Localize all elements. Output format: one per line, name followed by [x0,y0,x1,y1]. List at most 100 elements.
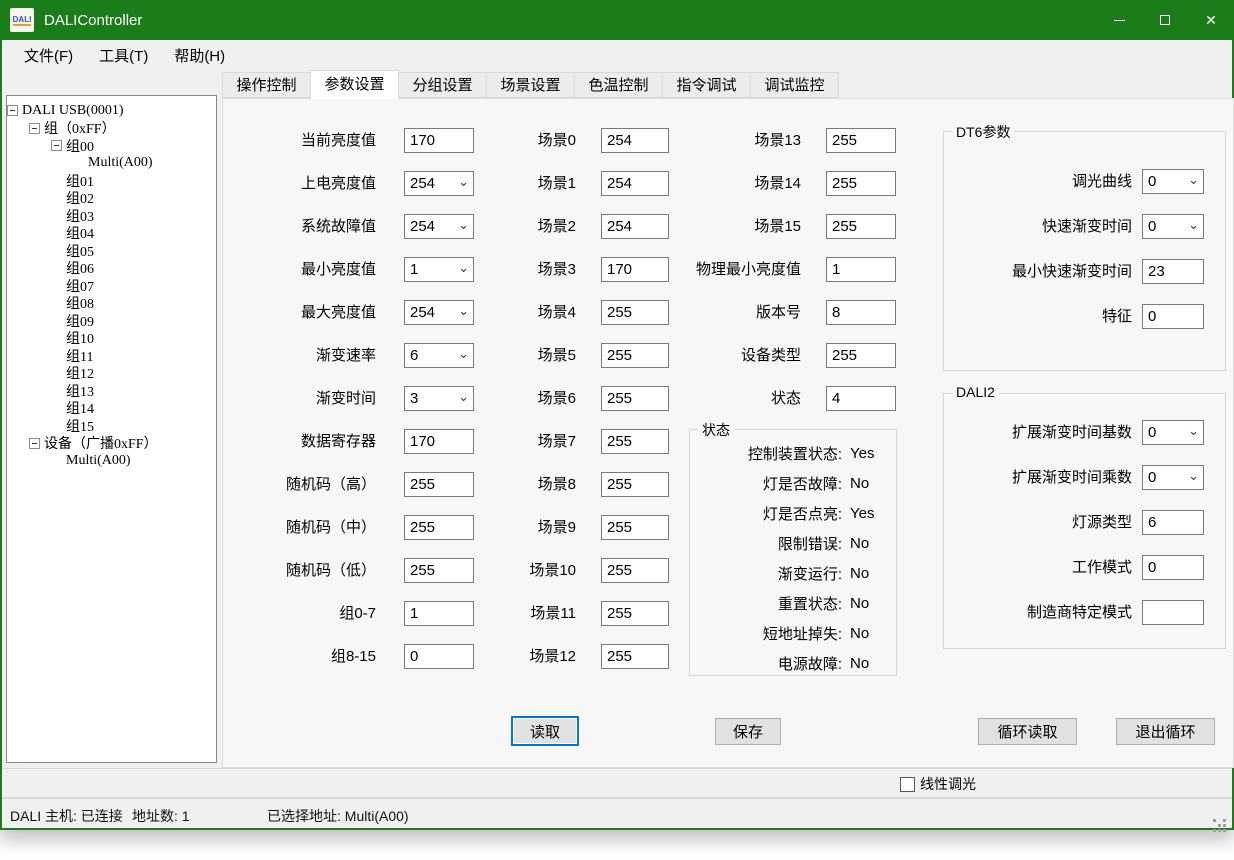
tree-collapse-icon[interactable] [7,105,18,116]
linear-dimming-checkbox[interactable]: 线性调光 [900,774,976,794]
param-label: 随机码（低） [243,558,376,583]
scene-label: 场景6 [431,386,576,411]
status-row: 控制装置状态: Yes [690,438,896,468]
tree-collapse-icon[interactable] [29,438,40,449]
scene-label: 场景10 [431,558,576,583]
scene-field[interactable]: 255⌄ [601,558,669,583]
tree-item[interactable]: 组12 [51,365,216,383]
tree-item[interactable]: Multi(A00) [73,155,216,173]
tree-item[interactable]: 组04 [51,225,216,243]
menu-item[interactable]: 帮助(H) [164,41,235,70]
tree-item[interactable]: 组11 [51,347,216,365]
param-field[interactable]: 0⌄ [1142,169,1204,194]
save-button[interactable]: 保存 [715,718,781,745]
app-icon: DALI [10,8,34,32]
maximize-button[interactable] [1142,0,1188,40]
param-field[interactable]: ⌄ [1142,600,1204,625]
read-button[interactable]: 读取 [511,716,579,746]
tree-item[interactable]: 组02 [51,190,216,208]
tree-collapse-icon[interactable] [51,140,62,151]
tree-item-label: 设备（广播0xFF） [44,433,158,453]
param-field[interactable]: 6⌄ [1142,510,1204,535]
dali2-rows: 扩展渐变时间基数 0⌄ 扩展渐变时间乘数 0⌄ 灯源类型 6⌄ 工作模 [944,420,1225,645]
app-window: DALI DALIController ✕ 文件(F)工具(T)帮助(H) DA… [0,0,1234,830]
scene-label: 场景2 [431,214,576,239]
tab[interactable]: 场景设置 [486,72,575,98]
close-button[interactable]: ✕ [1188,0,1234,40]
scene-field[interactable]: 255⌄ [601,601,669,626]
chevron-down-icon: ⌄ [1188,423,1199,439]
param-field[interactable]: 255⌄ [826,214,896,239]
param-label: 特征 [944,304,1132,329]
param-label: 组8-15 [243,644,376,669]
loop-read-button[interactable]: 循环读取 [978,718,1077,745]
chevron-down-icon: ⌄ [1188,172,1199,188]
bottom-strip: 线性调光 [2,768,1232,798]
tree-item[interactable]: 组07 [51,277,216,295]
param-field[interactable]: 0⌄ [1142,465,1204,490]
minimize-button[interactable] [1096,0,1142,40]
tab[interactable]: 分组设置 [398,72,487,98]
device-tree: DALI USB(0001) 组（0xFF） 组00 Multi(A00) 组0… [6,95,217,763]
scene-field[interactable]: 255⌄ [601,429,669,454]
tab[interactable]: 参数设置 [310,70,399,99]
param-field[interactable]: 4⌄ [826,386,896,411]
status-label: 灯是否故障: [690,473,842,494]
status-value: No [850,475,869,492]
menu-item[interactable]: 文件(F) [14,41,83,70]
tree-item[interactable]: 组05 [51,242,216,260]
param-label: 版本号 [641,300,801,325]
scene-label: 场景11 [431,601,576,626]
param-field[interactable]: 0⌄ [1142,420,1204,445]
tree-collapse-icon[interactable] [29,123,40,134]
tab[interactable]: 操作控制 [222,72,311,98]
status-value: No [850,535,869,552]
scene-field[interactable]: 255⌄ [601,644,669,669]
param-field[interactable]: 8⌄ [826,300,896,325]
dt6-rows: 调光曲线 0⌄ 快速渐变时间 0⌄ 最小快速渐变时间 23⌄ 特征 [944,169,1225,349]
tree-item[interactable]: 组06 [51,260,216,278]
param-field[interactable]: 255⌄ [826,128,896,153]
tree-item[interactable]: DALI USB(0001) [7,102,216,120]
minimize-icon [1114,20,1125,21]
resize-grip[interactable] [1213,819,1216,822]
tree-item[interactable]: 组14 [51,400,216,418]
tree-item[interactable]: 组10 [51,330,216,348]
tree-item[interactable]: 组08 [51,295,216,313]
status-label: 控制装置状态: [690,443,842,464]
checkbox-box-icon[interactable] [900,777,915,792]
param-label: 工作模式 [944,555,1132,580]
dali2-group-title: DALI2 [952,384,999,400]
tab[interactable]: 指令调试 [662,72,751,98]
scene-field[interactable]: 255⌄ [601,472,669,497]
param-label: 渐变时间 [243,386,376,411]
exit-loop-button[interactable]: 退出循环 [1116,718,1215,745]
tree-item[interactable]: 设备（广播0xFF） [29,435,216,453]
param-label: 最小亮度值 [243,257,376,282]
param-field[interactable]: 255⌄ [826,343,896,368]
window-controls: ✕ [1096,0,1234,40]
scene-field[interactable]: 255⌄ [601,515,669,540]
status-row: 短地址掉失: No [690,618,896,648]
param-field[interactable]: 0⌄ [1142,555,1204,580]
status-label: 渐变运行: [690,563,842,584]
tree-item[interactable]: Multi(A00) [51,452,216,470]
menu-item[interactable]: 工具(T) [89,41,158,70]
tree-item[interactable]: 组15 [51,417,216,435]
param-field[interactable]: 255⌄ [826,171,896,196]
tree-item[interactable]: 组13 [51,382,216,400]
tree-item[interactable]: 组00 [51,137,216,155]
status-row: 灯是否故障: No [690,468,896,498]
param-field[interactable]: 0⌄ [1142,214,1204,239]
tree-item[interactable]: 组01 [51,172,216,190]
param-field[interactable]: 1⌄ [826,257,896,282]
status-label: 灯是否点亮: [690,503,842,524]
tree-item[interactable]: 组03 [51,207,216,225]
dali2-group: DALI2 扩展渐变时间基数 0⌄ 扩展渐变时间乘数 0⌄ 灯源类型 [943,393,1226,649]
tab[interactable]: 调试监控 [750,72,839,98]
tree-item[interactable]: 组09 [51,312,216,330]
param-field[interactable]: 0⌄ [1142,304,1204,329]
tab[interactable]: 色温控制 [574,72,663,98]
tree-item[interactable]: 组（0xFF） [29,120,216,138]
param-field[interactable]: 23⌄ [1142,259,1204,284]
